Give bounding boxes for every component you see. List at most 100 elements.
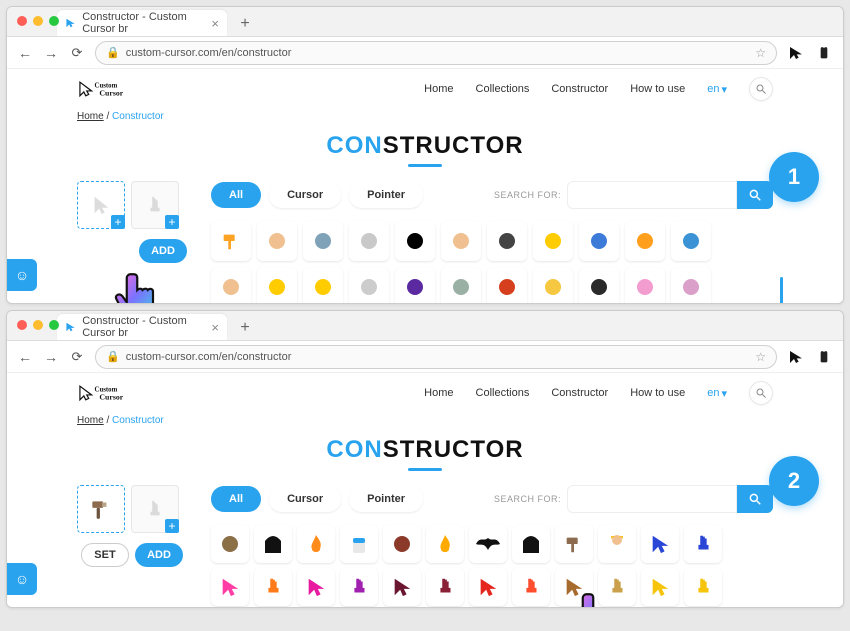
- grid-item-bat-emblem[interactable]: [533, 221, 573, 261]
- grid-item-pepsi[interactable]: [579, 221, 619, 261]
- grid-item-bag[interactable]: [487, 267, 527, 303]
- window-close[interactable]: [17, 16, 27, 26]
- grid-item-arrow-mag[interactable]: [297, 568, 335, 606]
- search-submit[interactable]: [737, 485, 773, 513]
- grid-item-hand-yel[interactable]: [684, 568, 722, 606]
- tab-close-icon[interactable]: ×: [211, 320, 219, 335]
- header-search-button[interactable]: [749, 77, 773, 101]
- grid-item-cow[interactable]: [441, 267, 481, 303]
- pointer-slot-add[interactable]: +: [165, 215, 179, 229]
- filter-cursor[interactable]: Cursor: [269, 182, 341, 208]
- filter-pointer[interactable]: Pointer: [349, 182, 423, 208]
- batman-extension-icon[interactable]: [815, 348, 833, 366]
- new-tab-button[interactable]: +: [233, 12, 257, 36]
- pointer-slot[interactable]: +: [131, 181, 179, 229]
- reload-button[interactable]: ⟳: [69, 45, 85, 61]
- browser-tab[interactable]: Constructor - Custom Cursor br ×: [57, 10, 227, 36]
- grid-item-blade[interactable]: [349, 221, 389, 261]
- nav-howto[interactable]: How to use: [630, 387, 685, 399]
- cursor-extension-icon[interactable]: [787, 44, 805, 62]
- grid-item-hand-red2[interactable]: [512, 568, 550, 606]
- pointer-slot[interactable]: +: [131, 485, 179, 533]
- grid-item-fire-ptr[interactable]: [297, 525, 335, 563]
- add-button[interactable]: ADD: [135, 543, 183, 567]
- language-switcher[interactable]: en▾: [707, 387, 727, 400]
- grid-item-arrow-yel[interactable]: [641, 568, 679, 606]
- window-minimize[interactable]: [33, 320, 43, 330]
- grid-item-thor[interactable]: [598, 525, 636, 563]
- browser-tab[interactable]: Constructor - Custom Cursor br ×: [57, 314, 227, 340]
- search-input[interactable]: [567, 485, 737, 513]
- nav-home[interactable]: Home: [424, 387, 453, 399]
- grid-item-belt[interactable]: [671, 221, 711, 261]
- grid-item-strap[interactable]: [625, 221, 665, 261]
- grid-item-hand-orange[interactable]: [254, 568, 292, 606]
- cursor-slot[interactable]: +: [77, 181, 125, 229]
- feedback-tab[interactable]: ☺: [7, 259, 37, 291]
- grid-item-tube[interactable]: [303, 221, 343, 261]
- filter-cursor[interactable]: Cursor: [269, 486, 341, 512]
- back-button[interactable]: ←: [17, 45, 33, 61]
- grid-item-vader[interactable]: [254, 525, 292, 563]
- nav-constructor[interactable]: Constructor: [551, 83, 608, 95]
- grid-item-hello-kitty[interactable]: [671, 267, 711, 303]
- filter-all[interactable]: All: [211, 182, 261, 208]
- logo[interactable]: Custom Cursor: [77, 381, 155, 405]
- grid-item-duck-red[interactable]: [257, 267, 297, 303]
- window-maximize[interactable]: [49, 320, 59, 330]
- feedback-tab[interactable]: ☺: [7, 563, 37, 595]
- language-switcher[interactable]: en▾: [707, 83, 727, 96]
- nav-constructor[interactable]: Constructor: [551, 387, 608, 399]
- grid-item-lipstick[interactable]: [625, 267, 665, 303]
- grid-item-hand-purple[interactable]: [340, 568, 378, 606]
- tab-close-icon[interactable]: ×: [211, 16, 219, 31]
- breadcrumb-home[interactable]: Home: [77, 415, 104, 426]
- nav-collections[interactable]: Collections: [476, 387, 530, 399]
- grid-item-face-man[interactable]: [211, 267, 251, 303]
- grid-item-batman[interactable]: [512, 525, 550, 563]
- search-input[interactable]: [567, 181, 737, 209]
- breadcrumb-home[interactable]: Home: [77, 111, 104, 122]
- header-search-button[interactable]: [749, 381, 773, 405]
- grid-item-wrench[interactable]: [349, 267, 389, 303]
- address-bar[interactable]: 🔒 custom-cursor.com/en/constructor ☆: [95, 345, 777, 369]
- batman-extension-icon[interactable]: [815, 44, 833, 62]
- window-maximize[interactable]: [49, 16, 59, 26]
- grid-item-pencil[interactable]: [533, 267, 573, 303]
- nav-home[interactable]: Home: [424, 83, 453, 95]
- grid-item-wand[interactable]: [211, 525, 249, 563]
- grid-item-hand-dred[interactable]: [426, 568, 464, 606]
- logo[interactable]: Custom Cursor: [77, 77, 155, 101]
- grid-item-mjolnir[interactable]: [555, 525, 593, 563]
- scrollbar-thumb[interactable]: [780, 277, 783, 303]
- grid-item-face-glasses[interactable]: [441, 221, 481, 261]
- window-close[interactable]: [17, 320, 27, 330]
- pointer-slot-add[interactable]: +: [165, 519, 179, 533]
- forward-button[interactable]: →: [43, 349, 59, 365]
- nav-howto[interactable]: How to use: [630, 83, 685, 95]
- grid-item-arrow-dred[interactable]: [383, 568, 421, 606]
- new-tab-button[interactable]: +: [233, 316, 257, 340]
- grid-item-arrow-pink[interactable]: [211, 568, 249, 606]
- grid-item-arrow-red[interactable]: [469, 568, 507, 606]
- bookmark-star-icon[interactable]: ☆: [755, 46, 766, 60]
- grid-item-wizard[interactable]: [395, 267, 435, 303]
- filter-all[interactable]: All: [211, 486, 261, 512]
- grid-item-face-beard[interactable]: [257, 221, 297, 261]
- search-submit[interactable]: [737, 181, 773, 209]
- cursor-extension-icon[interactable]: [787, 348, 805, 366]
- nav-collections[interactable]: Collections: [476, 83, 530, 95]
- grid-item-flame[interactable]: [426, 525, 464, 563]
- grid-item-r2[interactable]: [340, 525, 378, 563]
- grid-item-arrow-blue[interactable]: [641, 525, 679, 563]
- grid-item-bat[interactable]: [469, 525, 507, 563]
- window-minimize[interactable]: [33, 16, 43, 26]
- grid-item-hammer[interactable]: [211, 221, 251, 261]
- grid-item-phone[interactable]: [487, 221, 527, 261]
- grid-item-bow[interactable]: [395, 221, 435, 261]
- reload-button[interactable]: ⟳: [69, 349, 85, 365]
- add-button[interactable]: ADD: [139, 239, 187, 263]
- cursor-slot-add[interactable]: +: [111, 215, 125, 229]
- grid-item-hand-blue[interactable]: [684, 525, 722, 563]
- bookmark-star-icon[interactable]: ☆: [755, 350, 766, 364]
